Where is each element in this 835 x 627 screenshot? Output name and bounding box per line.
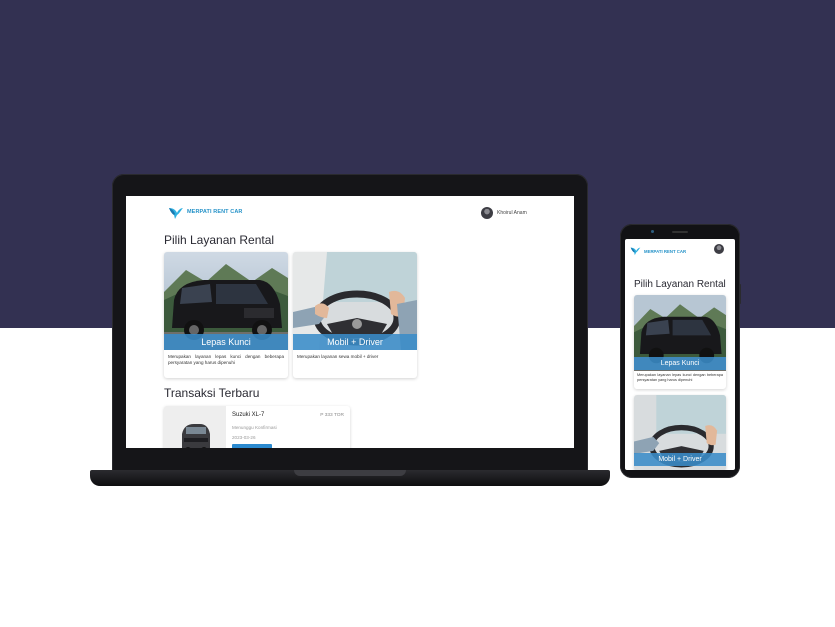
car-thumbnail	[164, 406, 226, 448]
bird-logo-icon[interactable]	[630, 246, 641, 256]
service-label: Lepas Kunci	[164, 334, 288, 350]
transaction-car-name: Suzuki XL-7	[232, 412, 265, 418]
app-header: MERPATI RENT CAR Khoirul Anam	[126, 196, 574, 232]
service-desc: Merupakan layanan sewa mobil + driver	[297, 354, 379, 359]
user-avatar[interactable]	[714, 244, 724, 254]
transaction-date: 2023-03-26	[232, 435, 256, 440]
brand-name[interactable]: MERPATI RENT CAR	[187, 209, 242, 215]
user-name[interactable]: Khoirul Anam	[497, 210, 527, 216]
laptop-screen: MERPATI RENT CAR Khoirul Anam Pilih Laya…	[126, 196, 574, 448]
service-label: Lepas Kunci	[634, 357, 726, 370]
phone-side-button	[739, 284, 741, 304]
services-title: Pilih Layanan Rental	[634, 279, 726, 290]
transaction-status: Menunggu Konfirmasi	[232, 425, 277, 430]
service-label: Mobil + Driver	[293, 334, 417, 350]
phone-screen: MERPATI RENT CAR Pilih Layanan Rental Le…	[625, 239, 735, 470]
laptop-notch	[294, 470, 406, 476]
transaction-card[interactable]: Suzuki XL-7 P 333 TOR Menunggu Konfirmas…	[164, 406, 350, 448]
phone-camera	[651, 230, 654, 233]
service-card-lepas-kunci[interactable]: Lepas Kunci Merupakan layanan lepas kunc…	[164, 252, 288, 378]
brand-name[interactable]: MERPATI RENT CAR	[644, 249, 686, 254]
service-desc: Merupakan layanan lepas kunci dengan beb…	[637, 373, 723, 382]
user-avatar[interactable]	[481, 207, 493, 219]
bird-logo-icon[interactable]	[168, 206, 184, 220]
transactions-title: Transaksi Terbaru	[164, 386, 260, 400]
service-label: Mobil + Driver	[634, 453, 726, 466]
service-card-mobil-driver[interactable]: Mobil + Driver Merupakan layanan sewa mo…	[293, 252, 417, 378]
transaction-detail-button[interactable]	[232, 444, 272, 448]
service-card-mobil-driver[interactable]: Mobil + Driver	[634, 395, 726, 470]
services-title: Pilih Layanan Rental	[164, 233, 275, 247]
service-card-lepas-kunci[interactable]: Lepas Kunci Merupakan layanan lepas kunc…	[634, 295, 726, 389]
service-desc: Merupakan layanan lepas kunci dengan beb…	[168, 354, 284, 365]
transaction-price: P 333 TOR	[320, 413, 344, 418]
phone-speaker	[672, 231, 688, 233]
